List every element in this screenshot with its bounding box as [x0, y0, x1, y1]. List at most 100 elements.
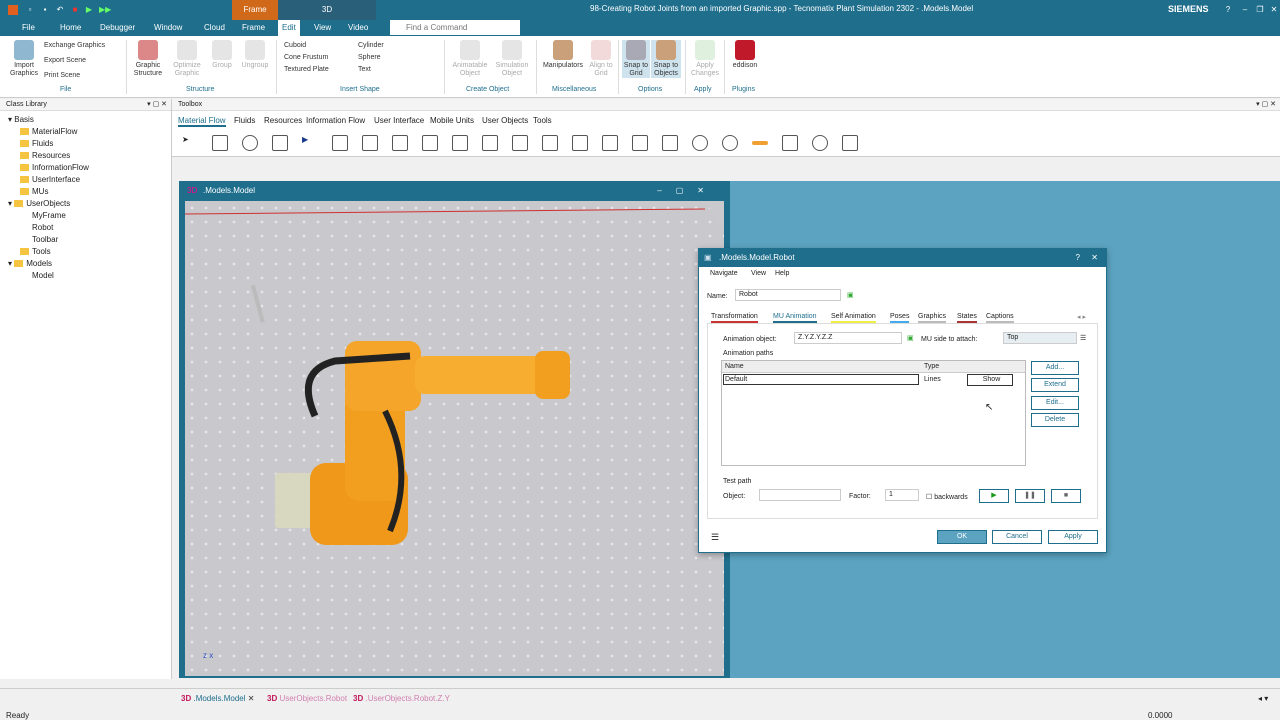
backwards-checkbox[interactable]: ☐ backwards	[926, 493, 968, 501]
connector-icon[interactable]	[212, 135, 228, 151]
dismantle-icon[interactable]	[452, 135, 468, 151]
source-icon[interactable]: ▶	[302, 135, 318, 151]
snap-to-grid-toggle[interactable]: Snap to Grid	[622, 40, 650, 78]
text-button[interactable]: Text	[358, 66, 371, 73]
import-graphics-button[interactable]: Import Graphics	[6, 40, 42, 78]
exchange-graphics-button[interactable]: Exchange Graphics	[44, 42, 105, 49]
tree-item-mus[interactable]: MUs	[20, 187, 48, 196]
tab-frame[interactable]: Frame	[242, 23, 265, 32]
snap-to-objects-toggle[interactable]: Snap to Objects	[651, 40, 681, 78]
toolbox-tab-user-objects[interactable]: User Objects	[482, 116, 528, 125]
tab-edit[interactable]: Edit	[278, 20, 300, 36]
align-to-grid-button[interactable]: Align to Grid	[588, 40, 614, 78]
toolbox-tab-tools[interactable]: Tools	[533, 116, 552, 125]
sphere-button[interactable]: Sphere	[358, 54, 381, 61]
drain-icon[interactable]	[332, 135, 348, 151]
animatable-object-button[interactable]: Animatable Object	[450, 40, 490, 78]
tab-window[interactable]: Window	[154, 23, 182, 32]
tree-item-model[interactable]: Model	[32, 271, 54, 280]
panel-controls-icon[interactable]: ▾ ▢ ✕	[1256, 99, 1276, 111]
stop-test-button[interactable]: ■	[1051, 489, 1081, 503]
graphic-structure-button[interactable]: Graphic Structure	[130, 40, 166, 78]
row-type-cell[interactable]: Lines	[924, 376, 941, 383]
window-controls-icon[interactable]: –▢✕	[657, 181, 718, 201]
close-icon[interactable]: ✕	[1269, 5, 1279, 15]
network-icon[interactable]	[842, 135, 858, 151]
panel-controls-icon[interactable]: ▾ ▢ ✕	[147, 99, 167, 111]
tree-item-fluids[interactable]: Fluids	[20, 139, 53, 148]
stop-icon[interactable]: ■	[70, 5, 80, 15]
animation-object-field[interactable]: Z.Y.Z.Y.Z.Z	[794, 332, 902, 344]
ungroup-button[interactable]: Ungroup	[238, 40, 272, 70]
export-scene-button[interactable]: Export Scene	[44, 57, 86, 64]
name-field[interactable]: Robot	[735, 289, 841, 301]
tree-item-toolbar[interactable]: Toolbar	[32, 235, 58, 244]
menu-view[interactable]: View	[751, 270, 766, 277]
turntable-icon[interactable]	[692, 135, 708, 151]
new-icon[interactable]: ▫	[25, 5, 35, 15]
minimize-icon[interactable]: –	[1240, 5, 1250, 15]
tab-mu-animation[interactable]: MU Animation	[773, 313, 817, 323]
tree-item-basis[interactable]: ▾ Basis	[8, 115, 34, 124]
tree-item-robot[interactable]: Robot	[32, 223, 53, 232]
inherit-icon[interactable]: ▣	[847, 291, 854, 299]
textured-plate-button[interactable]: Textured Plate	[284, 66, 329, 73]
tab-cloud[interactable]: Cloud	[204, 23, 225, 32]
ok-button[interactable]: OK	[937, 530, 987, 544]
cone-frustum-button[interactable]: Cone Frustum	[284, 54, 328, 61]
help-icon[interactable]: ?	[1076, 249, 1080, 267]
tab-file[interactable]: File	[22, 23, 35, 32]
list-icon[interactable]: ☰	[1080, 334, 1086, 342]
menu-help[interactable]: Help	[775, 270, 789, 277]
tree-item-myframe[interactable]: MyFrame	[32, 211, 66, 220]
run-test-button[interactable]: ▶	[979, 489, 1009, 503]
tree-item-informationflow[interactable]: InformationFlow	[20, 163, 89, 172]
show-button[interactable]: Show	[967, 374, 1013, 386]
toolbox-tab-user-interface[interactable]: User Interface	[374, 116, 424, 125]
context-tab-frame[interactable]: Frame	[232, 0, 278, 20]
doc-tab-robot-z[interactable]: 3D .UserObjects.Robot.Z.Y	[353, 694, 450, 703]
tree-item-materialflow[interactable]: MaterialFlow	[20, 127, 77, 136]
doc-tab-model[interactable]: 3D .Models.Model ✕	[181, 694, 254, 703]
simulation-object-button[interactable]: Simulation Object	[492, 40, 532, 78]
command-search-input[interactable]: Find a Command	[390, 20, 520, 35]
toolbox-tab-mobile-units[interactable]: Mobile Units	[430, 116, 474, 125]
tab-home[interactable]: Home	[60, 23, 81, 32]
tab-view[interactable]: View	[314, 23, 331, 32]
tab-captions[interactable]: Captions	[986, 313, 1014, 323]
edit-button[interactable]: Edit...	[1031, 396, 1079, 410]
undo-icon[interactable]: ↶	[55, 5, 65, 15]
buffer-icon[interactable]	[542, 135, 558, 151]
generator-icon[interactable]	[632, 135, 648, 151]
tree-item-tools[interactable]: Tools	[20, 247, 51, 256]
tab-self-animation[interactable]: Self Animation	[831, 313, 876, 323]
tab-states[interactable]: States	[957, 313, 977, 323]
list-icon[interactable]: ☰	[711, 532, 719, 543]
tree-item-resources[interactable]: Resources	[20, 151, 70, 160]
pointer-icon[interactable]: ➤	[182, 135, 198, 151]
toolbox-tab-resources[interactable]: Resources	[264, 116, 302, 125]
scroll-arrows-icon[interactable]: ◂ ▾	[1258, 694, 1268, 703]
toolbox-tab-fluids[interactable]: Fluids	[234, 116, 255, 125]
toolbox-tab-material-flow[interactable]: Material Flow	[178, 116, 226, 127]
optimize-graphic-button[interactable]: Optimize Graphic	[170, 40, 204, 78]
tab-poses[interactable]: Poses	[890, 313, 910, 323]
line-icon[interactable]	[752, 141, 768, 145]
store-icon[interactable]	[512, 135, 528, 151]
print-scene-button[interactable]: Print Scene	[44, 72, 80, 79]
tree-item-models[interactable]: ▾ Models	[8, 259, 52, 268]
close-icon[interactable]: ✕	[1091, 249, 1098, 267]
tab-debugger[interactable]: Debugger	[100, 23, 135, 32]
robot-icon[interactable]	[812, 135, 828, 151]
singleproc-icon[interactable]	[362, 135, 378, 151]
tab-graphics[interactable]: Graphics	[918, 313, 947, 323]
tab-transformation[interactable]: Transformation	[711, 313, 758, 323]
pause-test-button[interactable]: ❚❚	[1015, 489, 1045, 503]
sorter-icon[interactable]	[572, 135, 588, 151]
row-name-cell[interactable]: Default	[725, 376, 747, 383]
cylinder-button[interactable]: Cylinder	[358, 42, 384, 49]
add-button[interactable]: Add...	[1031, 361, 1079, 375]
cycle-icon[interactable]	[602, 135, 618, 151]
mu-side-select[interactable]: Top	[1003, 332, 1077, 344]
eventcontroller-icon[interactable]	[242, 135, 258, 151]
